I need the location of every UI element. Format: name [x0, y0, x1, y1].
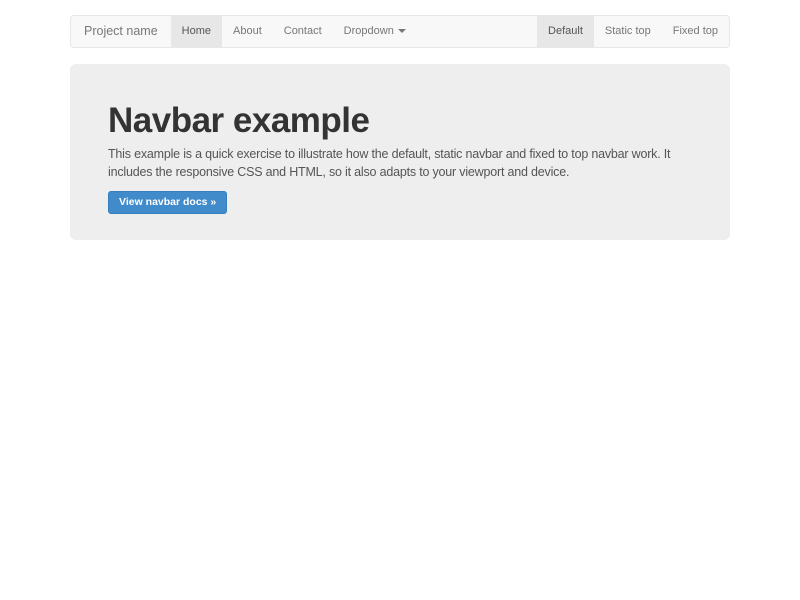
nav-item-dropdown[interactable]: Dropdown — [333, 16, 417, 47]
intro-text-line-1: This example is a quick exercise to illu… — [108, 145, 692, 163]
navbar-brand[interactable]: Project name — [71, 16, 171, 47]
view-navbar-docs-button[interactable]: View navbar docs » — [108, 191, 227, 214]
nav-item-static-top[interactable]: Static top — [594, 16, 662, 47]
intro-text-line-2: includes the responsive CSS and HTML, so… — [108, 163, 692, 181]
nav-item-default[interactable]: Default — [537, 16, 594, 47]
intro-text: This example is a quick exercise to illu… — [108, 145, 692, 181]
nav-item-home[interactable]: Home — [171, 16, 222, 47]
jumbotron: Navbar example This example is a quick e… — [70, 64, 730, 240]
nav-item-dropdown-label: Dropdown — [344, 25, 394, 37]
page-container: Project name Home About Contact Dropdown… — [70, 15, 730, 240]
nav-item-fixed-top[interactable]: Fixed top — [662, 16, 729, 47]
caret-down-icon — [398, 29, 406, 33]
navbar: Project name Home About Contact Dropdown… — [70, 15, 730, 48]
nav-item-contact[interactable]: Contact — [273, 16, 333, 47]
navbar-right-nav: Default Static top Fixed top — [537, 16, 729, 47]
nav-item-about[interactable]: About — [222, 16, 273, 47]
page-title: Navbar example — [108, 102, 692, 141]
navbar-left-nav: Home About Contact Dropdown — [171, 16, 417, 47]
